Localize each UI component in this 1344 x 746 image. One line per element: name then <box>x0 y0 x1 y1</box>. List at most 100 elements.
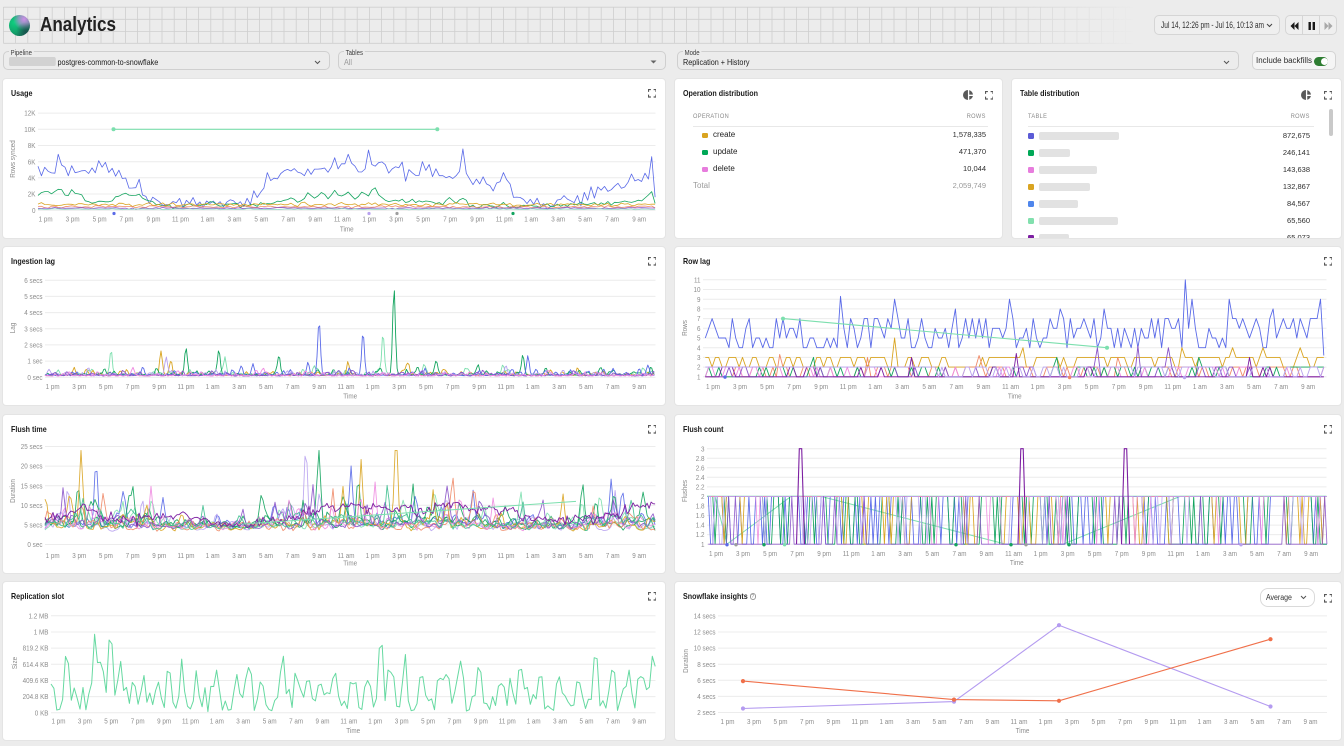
svg-text:5 pm: 5 pm <box>419 382 433 391</box>
svg-text:9 am: 9 am <box>1304 717 1318 726</box>
svg-text:0: 0 <box>32 206 36 215</box>
svg-text:1 am: 1 am <box>524 214 538 223</box>
svg-text:5 am: 5 am <box>259 382 273 391</box>
svg-text:5 pm: 5 pm <box>93 214 107 223</box>
svg-text:11 pm: 11 pm <box>840 382 857 391</box>
svg-text:9 pm: 9 pm <box>817 549 831 558</box>
svg-text:7 pm: 7 pm <box>1118 717 1132 726</box>
svg-text:1 am: 1 am <box>868 382 882 391</box>
svg-text:1.8: 1.8 <box>696 502 705 511</box>
svg-text:9 am: 9 am <box>308 214 322 223</box>
svg-text:5 am: 5 am <box>922 382 936 391</box>
svg-text:9 am: 9 am <box>632 214 646 223</box>
svg-text:3 am: 3 am <box>1220 382 1234 391</box>
svg-text:1 am: 1 am <box>871 549 885 558</box>
svg-text:Lag: Lag <box>8 323 17 334</box>
svg-text:0 sec: 0 sec <box>27 540 42 549</box>
svg-text:1 pm: 1 pm <box>1034 549 1048 558</box>
svg-text:5 am: 5 am <box>1247 382 1261 391</box>
svg-text:9 pm: 9 pm <box>1139 382 1153 391</box>
svg-text:5 pm: 5 pm <box>104 717 118 726</box>
svg-text:4K: 4K <box>28 173 36 182</box>
svg-text:7 am: 7 am <box>953 549 967 558</box>
svg-text:5 am: 5 am <box>259 551 273 560</box>
svg-text:11 pm: 11 pm <box>498 551 515 560</box>
svg-text:Flushes: Flushes <box>680 480 689 502</box>
svg-text:1 pm: 1 pm <box>1039 717 1053 726</box>
svg-text:11 am: 11 am <box>338 382 355 391</box>
svg-text:5 secs: 5 secs <box>24 292 42 301</box>
svg-text:1 am: 1 am <box>210 717 224 726</box>
svg-text:9 pm: 9 pm <box>152 382 166 391</box>
svg-text:5 am: 5 am <box>579 551 593 560</box>
svg-text:1 pm: 1 pm <box>362 214 376 223</box>
svg-text:9 pm: 9 pm <box>814 382 828 391</box>
svg-text:Time: Time <box>1016 726 1030 735</box>
svg-text:5: 5 <box>697 334 701 343</box>
svg-text:Duration: Duration <box>8 479 17 503</box>
svg-text:14 secs: 14 secs <box>694 612 716 621</box>
svg-text:5 pm: 5 pm <box>416 214 430 223</box>
svg-text:7: 7 <box>697 314 701 323</box>
svg-text:614.4 KB: 614.4 KB <box>23 660 49 669</box>
svg-text:819.2 KB: 819.2 KB <box>23 644 49 653</box>
svg-text:9 am: 9 am <box>632 382 646 391</box>
svg-text:7 pm: 7 pm <box>446 382 460 391</box>
svg-text:2 secs: 2 secs <box>697 708 715 717</box>
svg-text:11 pm: 11 pm <box>1164 382 1181 391</box>
svg-text:1 pm: 1 pm <box>46 551 60 560</box>
svg-text:12K: 12K <box>24 109 35 118</box>
svg-text:1 am: 1 am <box>201 214 215 223</box>
svg-text:7 pm: 7 pm <box>443 214 457 223</box>
svg-text:10: 10 <box>694 285 701 294</box>
svg-text:3 am: 3 am <box>1223 549 1237 558</box>
svg-text:8K: 8K <box>28 141 36 150</box>
svg-text:7 pm: 7 pm <box>448 717 462 726</box>
svg-text:1 am: 1 am <box>526 382 540 391</box>
svg-text:9 am: 9 am <box>316 717 330 726</box>
svg-text:5 pm: 5 pm <box>419 551 433 560</box>
svg-text:7 pm: 7 pm <box>1115 549 1129 558</box>
svg-text:1 sec: 1 sec <box>27 357 42 366</box>
svg-text:1 pm: 1 pm <box>721 717 735 726</box>
svg-text:3: 3 <box>697 353 701 362</box>
svg-text:11 pm: 11 pm <box>178 382 195 391</box>
svg-text:3 am: 3 am <box>551 214 565 223</box>
svg-text:409.6 KB: 409.6 KB <box>23 676 49 685</box>
svg-text:5 am: 5 am <box>1251 717 1265 726</box>
svg-text:11 pm: 11 pm <box>1170 717 1187 726</box>
svg-text:5 pm: 5 pm <box>1088 549 1102 558</box>
svg-text:7 am: 7 am <box>289 717 303 726</box>
svg-text:9 pm: 9 pm <box>1142 549 1156 558</box>
svg-text:Time: Time <box>346 726 360 735</box>
svg-text:3 pm: 3 pm <box>66 214 80 223</box>
svg-text:1 pm: 1 pm <box>1031 382 1045 391</box>
svg-text:5 pm: 5 pm <box>774 717 788 726</box>
svg-text:7 am: 7 am <box>606 382 620 391</box>
svg-text:7 am: 7 am <box>606 717 620 726</box>
svg-text:25 secs: 25 secs <box>21 442 43 451</box>
svg-text:1 pm: 1 pm <box>366 551 380 560</box>
svg-text:7 pm: 7 pm <box>131 717 145 726</box>
svg-text:7 pm: 7 pm <box>126 382 140 391</box>
svg-text:3: 3 <box>701 444 705 453</box>
svg-text:2: 2 <box>701 492 705 501</box>
svg-text:11 pm: 11 pm <box>182 717 199 726</box>
svg-text:7 am: 7 am <box>1274 382 1288 391</box>
svg-text:2: 2 <box>697 363 701 372</box>
svg-text:3 am: 3 am <box>552 382 566 391</box>
svg-text:1 pm: 1 pm <box>46 382 60 391</box>
svg-text:5 am: 5 am <box>933 717 947 726</box>
svg-text:5 pm: 5 pm <box>763 549 777 558</box>
svg-text:9 am: 9 am <box>632 551 646 560</box>
svg-text:5 pm: 5 pm <box>760 382 774 391</box>
svg-text:9: 9 <box>697 295 701 304</box>
svg-text:7 am: 7 am <box>281 214 295 223</box>
svg-text:1 pm: 1 pm <box>39 214 53 223</box>
svg-text:9 am: 9 am <box>312 382 326 391</box>
svg-text:9 am: 9 am <box>1304 549 1318 558</box>
svg-text:Time: Time <box>1008 392 1022 401</box>
svg-text:5 am: 5 am <box>1250 549 1264 558</box>
svg-text:11 pm: 11 pm <box>843 549 860 558</box>
svg-text:11 pm: 11 pm <box>498 382 515 391</box>
